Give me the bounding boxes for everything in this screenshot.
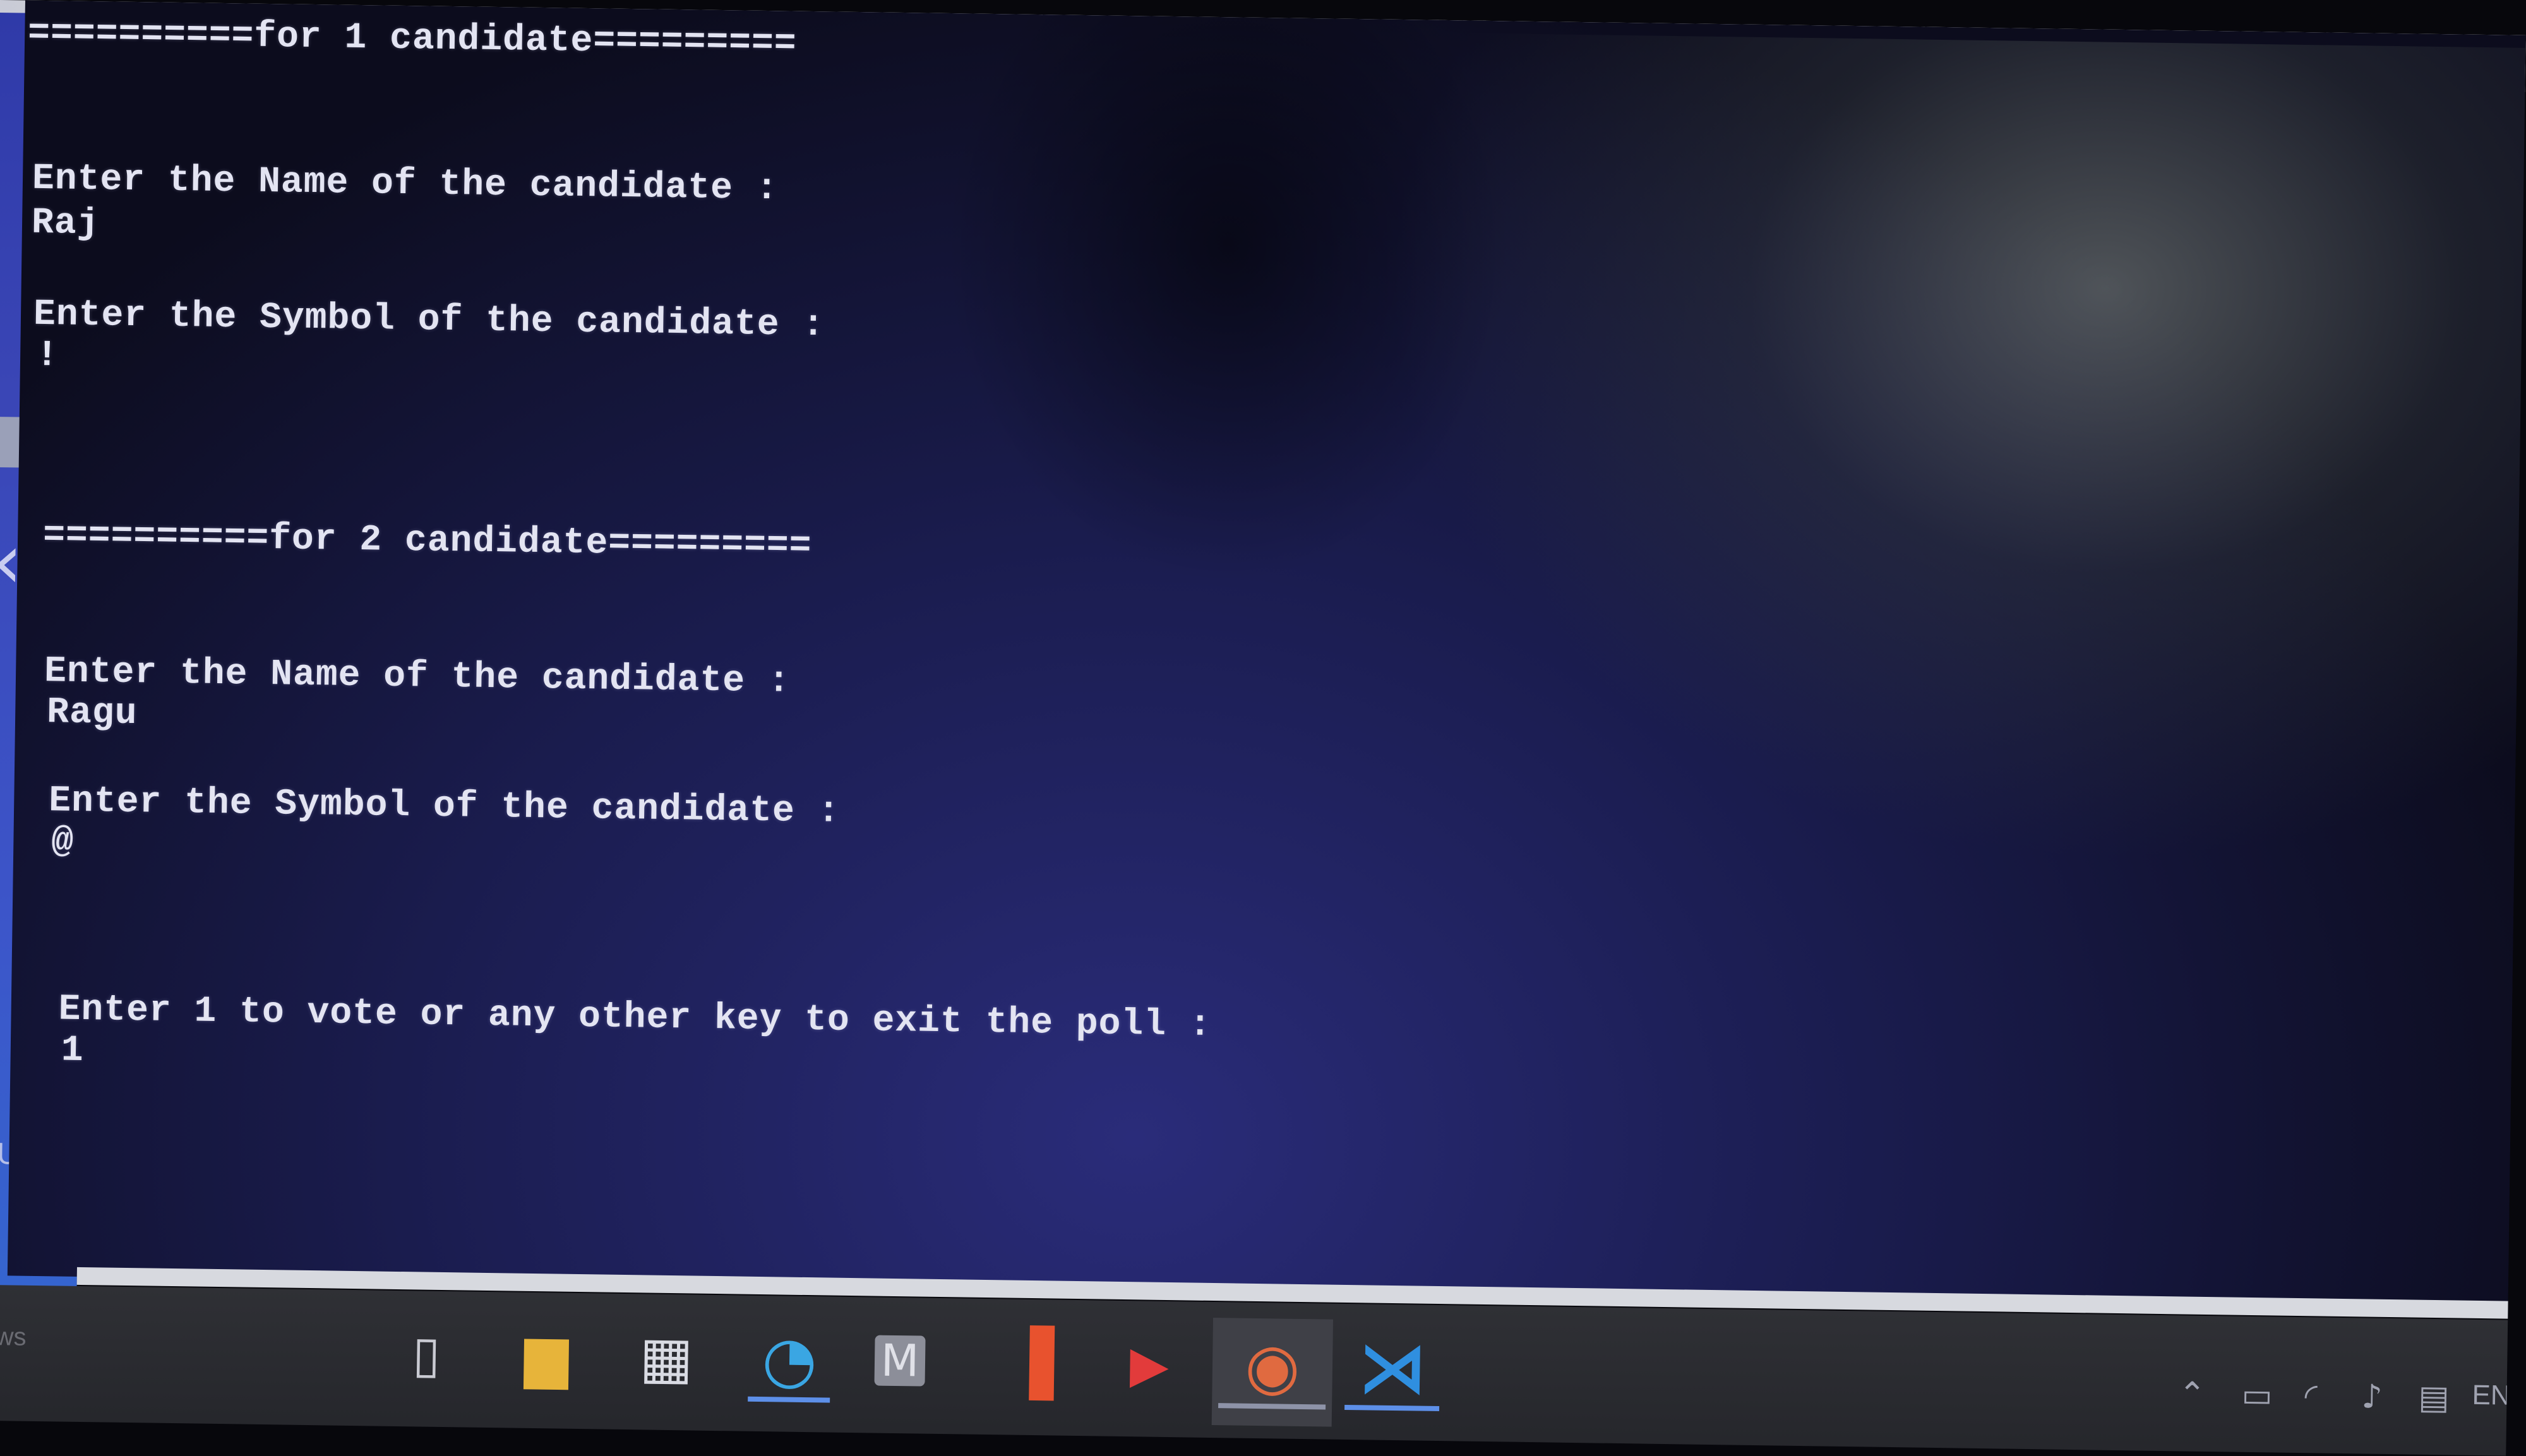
screen-glare (1377, 32, 2526, 870)
chevron-up-icon[interactable]: ⌃ (2178, 1375, 2206, 1414)
wifi-icon[interactable]: ◜ (2304, 1377, 2318, 1415)
name-input-2: Ragu (46, 692, 138, 735)
task-view-icon[interactable]: ▯ (391, 1319, 462, 1390)
language-indicator[interactable]: EN (2472, 1380, 2511, 1412)
battery-icon[interactable]: ▭ (2241, 1376, 2273, 1415)
taskbar-start-text: ows (0, 1322, 27, 1351)
mail-icon[interactable]: M (874, 1335, 926, 1387)
vscode-icon[interactable]: ⋊ (1357, 1327, 1428, 1409)
screen-photo: inpu ‹ ct Us ==========for 1 candidate==… (0, 0, 2526, 1456)
volume-icon[interactable]: ♪ (2361, 1378, 2383, 1416)
youtube-icon[interactable]: ▶ (1114, 1329, 1185, 1400)
symbol-input-2: @ (51, 821, 75, 863)
file-explorer-icon[interactable]: ▆ (511, 1321, 582, 1392)
chrome-icon[interactable]: ◉ (1237, 1328, 1308, 1403)
office-icon[interactable]: ▐ (994, 1325, 1065, 1400)
vote-input: 1 (61, 1030, 85, 1072)
microsoft-store-icon[interactable]: ▦ (631, 1322, 702, 1393)
edge-icon[interactable]: ◔ (754, 1322, 825, 1397)
symbol-input-1: ! (35, 335, 59, 377)
name-input-1: Raj (31, 202, 100, 245)
notification-icon[interactable]: ▤ (2418, 1379, 2450, 1417)
